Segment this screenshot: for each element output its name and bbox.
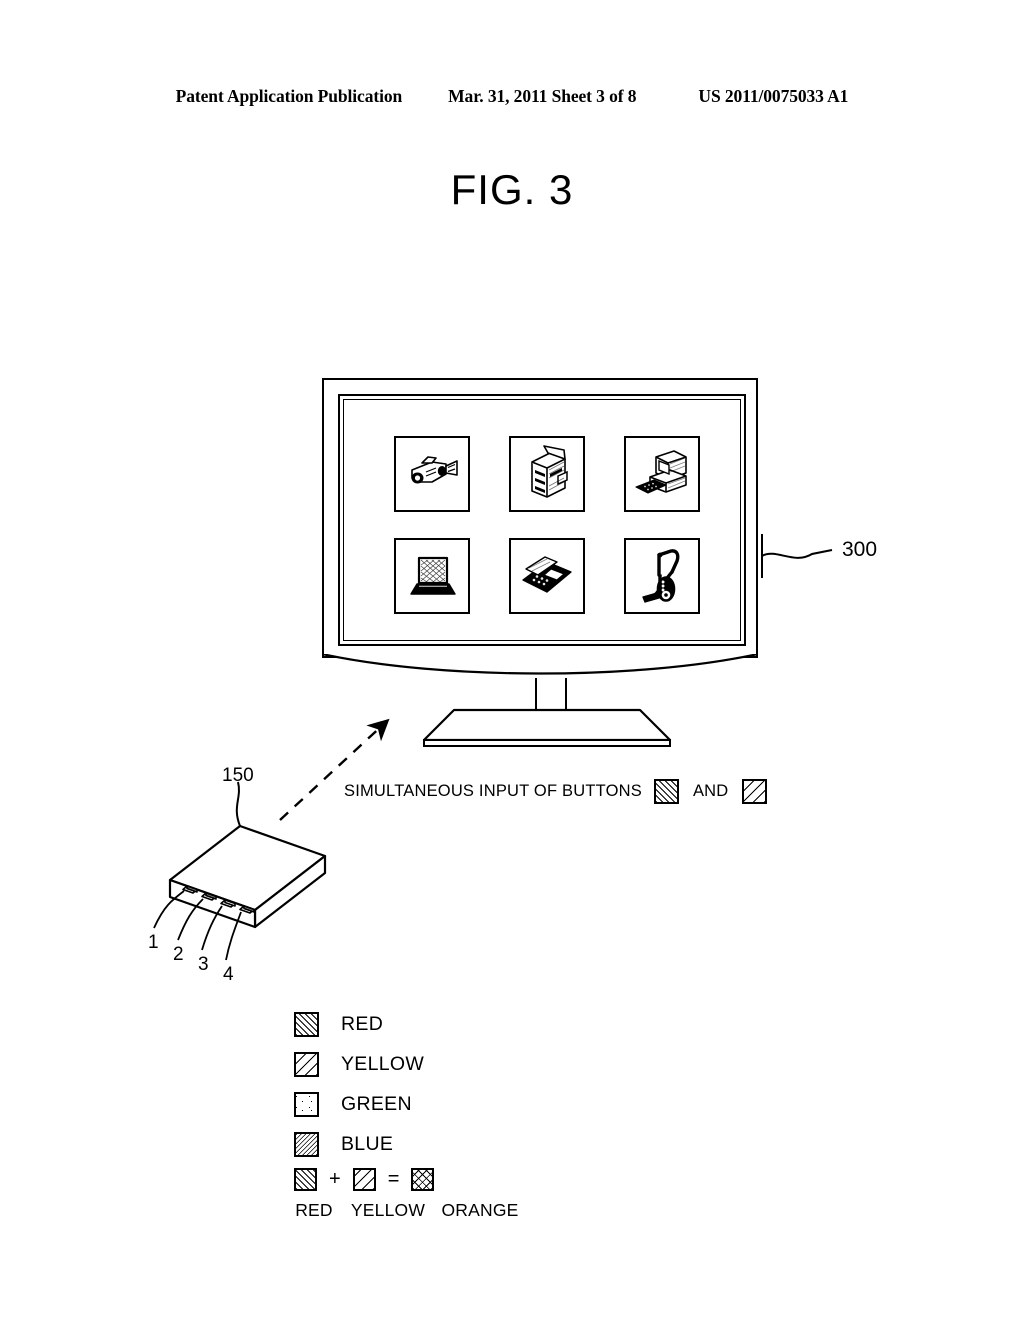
- mix-swatch-row: + =: [294, 1164, 534, 1194]
- mix-label-red: RED: [295, 1200, 333, 1220]
- caption-swatch-red: [653, 779, 679, 804]
- camcorder-icon[interactable]: [394, 436, 470, 512]
- monitor-stand-base: [422, 708, 672, 750]
- monitor-outer-frame: [322, 378, 758, 658]
- patent-header: Patent Application Publication Mar. 31, …: [0, 86, 1024, 107]
- legend-row-blue: BLUE: [294, 1124, 624, 1164]
- mix-label-yellow: YELLOW: [350, 1200, 426, 1220]
- legend-swatch-blue: [294, 1131, 319, 1157]
- device-icon-grid: [394, 436, 700, 616]
- legend-label-blue: BLUE: [341, 1132, 394, 1155]
- laptop-icon[interactable]: [394, 538, 470, 614]
- button-number-2: 2: [173, 944, 184, 965]
- callout-150-leader: [235, 781, 241, 827]
- monitor-assembly: [321, 378, 762, 750]
- callout-300-label: 300: [842, 538, 878, 561]
- legend-swatch-yellow: [294, 1051, 319, 1077]
- publication-title: Patent Application Publication: [175, 86, 403, 106]
- button-number-3: 3: [198, 954, 209, 975]
- legend-swatch-green: [294, 1091, 319, 1117]
- button-number-4: 4: [223, 964, 234, 985]
- desktop-computer-icon[interactable]: [624, 436, 700, 512]
- mix-label-row: RED YELLOW ORANGE: [294, 1200, 534, 1221]
- monitor-inner-bezel: [338, 394, 746, 646]
- mix-swatch-red: [294, 1167, 317, 1191]
- mix-label-orange: ORANGE: [441, 1200, 519, 1220]
- vacuum-cleaner-icon[interactable]: [624, 538, 700, 614]
- color-mix-equation: + = RED YELLOW ORANGE: [294, 1164, 534, 1221]
- patent-number: US 2011/0075033 A1: [698, 86, 849, 106]
- button-number-1: 1: [148, 932, 159, 953]
- caption-conjunction: AND: [692, 782, 729, 800]
- legend-label-green: GREEN: [341, 1092, 412, 1115]
- color-pattern-legend: RED YELLOW GREEN BLUE: [294, 1004, 624, 1164]
- legend-swatch-red: [294, 1011, 319, 1037]
- mix-plus-sign: +: [329, 1168, 341, 1190]
- legend-label-yellow: YELLOW: [341, 1052, 425, 1075]
- telephone-icon[interactable]: [509, 538, 585, 614]
- mix-equals-sign: =: [387, 1168, 400, 1190]
- callout-300: 300: [760, 532, 890, 582]
- mix-swatch-orange: [411, 1167, 435, 1191]
- mix-swatch-yellow: [352, 1167, 376, 1191]
- legend-row-green: GREEN: [294, 1084, 624, 1124]
- legend-row-red: RED: [294, 1004, 624, 1044]
- legend-row-yellow: YELLOW: [294, 1044, 624, 1084]
- figure-title: FIG. 3: [450, 166, 574, 213]
- monitor-screen: [343, 399, 741, 641]
- legend-label-red: RED: [341, 1012, 384, 1035]
- printer-icon[interactable]: [509, 436, 585, 512]
- caption-swatch-yellow: [742, 779, 768, 804]
- date-and-sheet: Mar. 31, 2011 Sheet 3 of 8: [448, 86, 637, 106]
